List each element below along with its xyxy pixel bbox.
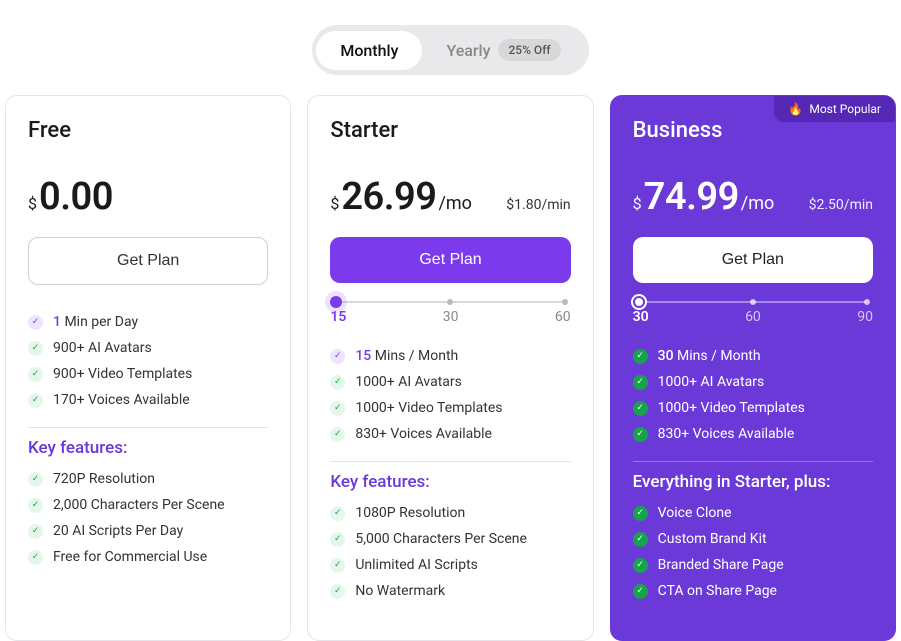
key-features-title: Everything in Starter, plus: [633,472,873,492]
price-per-min: $1.80/min [506,197,570,213]
core-features: ✓1 Min per Day ✓900+ AI Avatars ✓900+ Vi… [28,309,268,413]
list-item: ✓170+ Voices Available [28,387,268,413]
check-icon: ✓ [633,532,648,547]
price: $ 26.99 /mo [330,175,472,219]
check-icon: ✓ [633,349,648,364]
check-icon: ✓ [330,584,345,599]
minutes-slider[interactable]: 30 60 90 [633,301,873,343]
list-item: ✓1000+ Video Templates [330,395,570,421]
toggle-monthly[interactable]: Monthly [316,31,422,70]
price: $ 74.99 /mo [633,175,775,219]
get-plan-button[interactable]: Get Plan [330,237,570,283]
most-popular-badge: 🔥 Most Popular [774,96,895,122]
plan-business: 🔥 Most Popular Business $ 74.99 /mo $2.5… [610,95,896,641]
plan-name: Starter [330,118,570,143]
list-item: ✓Branded Share Page [633,552,873,578]
check-icon: ✓ [330,532,345,547]
slider-dot[interactable] [633,296,645,308]
check-icon: ✓ [28,341,43,356]
list-item: ✓20 AI Scripts Per Day [28,518,268,544]
price-per-min: $2.50/min [809,197,873,213]
divider [330,461,570,462]
list-item: ✓1080P Resolution [330,500,570,526]
check-icon: ✓ [633,506,648,521]
slider-label: 60 [745,309,761,325]
check-icon: ✓ [28,367,43,382]
slider-dot[interactable] [562,299,568,305]
fire-icon: 🔥 [788,102,803,116]
key-features-title: Key features: [28,438,268,458]
list-item: ✓CTA on Share Page [633,578,873,604]
list-item: ✓720P Resolution [28,466,268,492]
check-icon: ✓ [633,558,648,573]
list-item: ✓1 Min per Day [28,309,268,335]
slider-dot[interactable] [864,299,870,305]
minutes-slider[interactable]: 15 30 60 [330,301,570,343]
price: $ 0.00 [28,175,113,219]
list-item: ✓Unlimited AI Scripts [330,552,570,578]
list-item: ✓900+ AI Avatars [28,335,268,361]
check-icon: ✓ [28,550,43,565]
get-plan-button[interactable]: Get Plan [28,237,268,285]
list-item: ✓30 Mins / Month [633,343,873,369]
plan-free: Free $ 0.00 Get Plan ✓1 Min per Day ✓900… [5,95,291,641]
divider [28,427,268,428]
slider-dot[interactable] [330,296,342,308]
check-icon: ✓ [330,349,345,364]
check-icon: ✓ [28,315,43,330]
check-icon: ✓ [28,498,43,513]
key-features-title: Key features: [330,472,570,492]
check-icon: ✓ [330,375,345,390]
divider [633,461,873,462]
check-icon: ✓ [330,506,345,521]
list-item: ✓830+ Voices Available [330,421,570,447]
billing-toggle: Monthly Yearly 25% Off [312,25,588,75]
check-icon: ✓ [633,584,648,599]
slider-dot[interactable] [750,299,756,305]
slider-label: 30 [633,309,649,325]
check-icon: ✓ [633,375,648,390]
check-icon: ✓ [28,472,43,487]
list-item: ✓1000+ AI Avatars [633,369,873,395]
key-features: ✓Voice Clone ✓Custom Brand Kit ✓Branded … [633,500,873,604]
pricing-cards: Free $ 0.00 Get Plan ✓1 Min per Day ✓900… [5,95,896,641]
check-icon: ✓ [330,401,345,416]
list-item: ✓No Watermark [330,578,570,604]
list-item: ✓1000+ Video Templates [633,395,873,421]
core-features: ✓30 Mins / Month ✓1000+ AI Avatars ✓1000… [633,343,873,447]
list-item: ✓1000+ AI Avatars [330,369,570,395]
list-item: ✓830+ Voices Available [633,421,873,447]
plan-name: Free [28,118,268,143]
core-features: ✓15 Mins / Month ✓1000+ AI Avatars ✓1000… [330,343,570,447]
toggle-yearly[interactable]: Yearly 25% Off [422,29,584,71]
check-icon: ✓ [633,427,648,442]
check-icon: ✓ [330,558,345,573]
slider-label: 15 [330,309,346,325]
check-icon: ✓ [28,393,43,408]
slider-label: 30 [443,309,459,325]
key-features: ✓1080P Resolution ✓5,000 Characters Per … [330,500,570,604]
get-plan-button[interactable]: Get Plan [633,237,873,283]
list-item: ✓900+ Video Templates [28,361,268,387]
slider-dot[interactable] [447,299,453,305]
toggle-yearly-label: Yearly [446,41,490,60]
discount-badge: 25% Off [498,39,560,61]
list-item: ✓5,000 Characters Per Scene [330,526,570,552]
plan-starter: Starter $ 26.99 /mo $1.80/min Get Plan 1… [307,95,593,641]
list-item: ✓Custom Brand Kit [633,526,873,552]
slider-label: 90 [857,309,873,325]
list-item: ✓15 Mins / Month [330,343,570,369]
check-icon: ✓ [633,401,648,416]
slider-label: 60 [555,309,571,325]
list-item: ✓2,000 Characters Per Scene [28,492,268,518]
list-item: ✓Voice Clone [633,500,873,526]
key-features: ✓720P Resolution ✓2,000 Characters Per S… [28,466,268,570]
list-item: ✓Free for Commercial Use [28,544,268,570]
check-icon: ✓ [330,427,345,442]
check-icon: ✓ [28,524,43,539]
